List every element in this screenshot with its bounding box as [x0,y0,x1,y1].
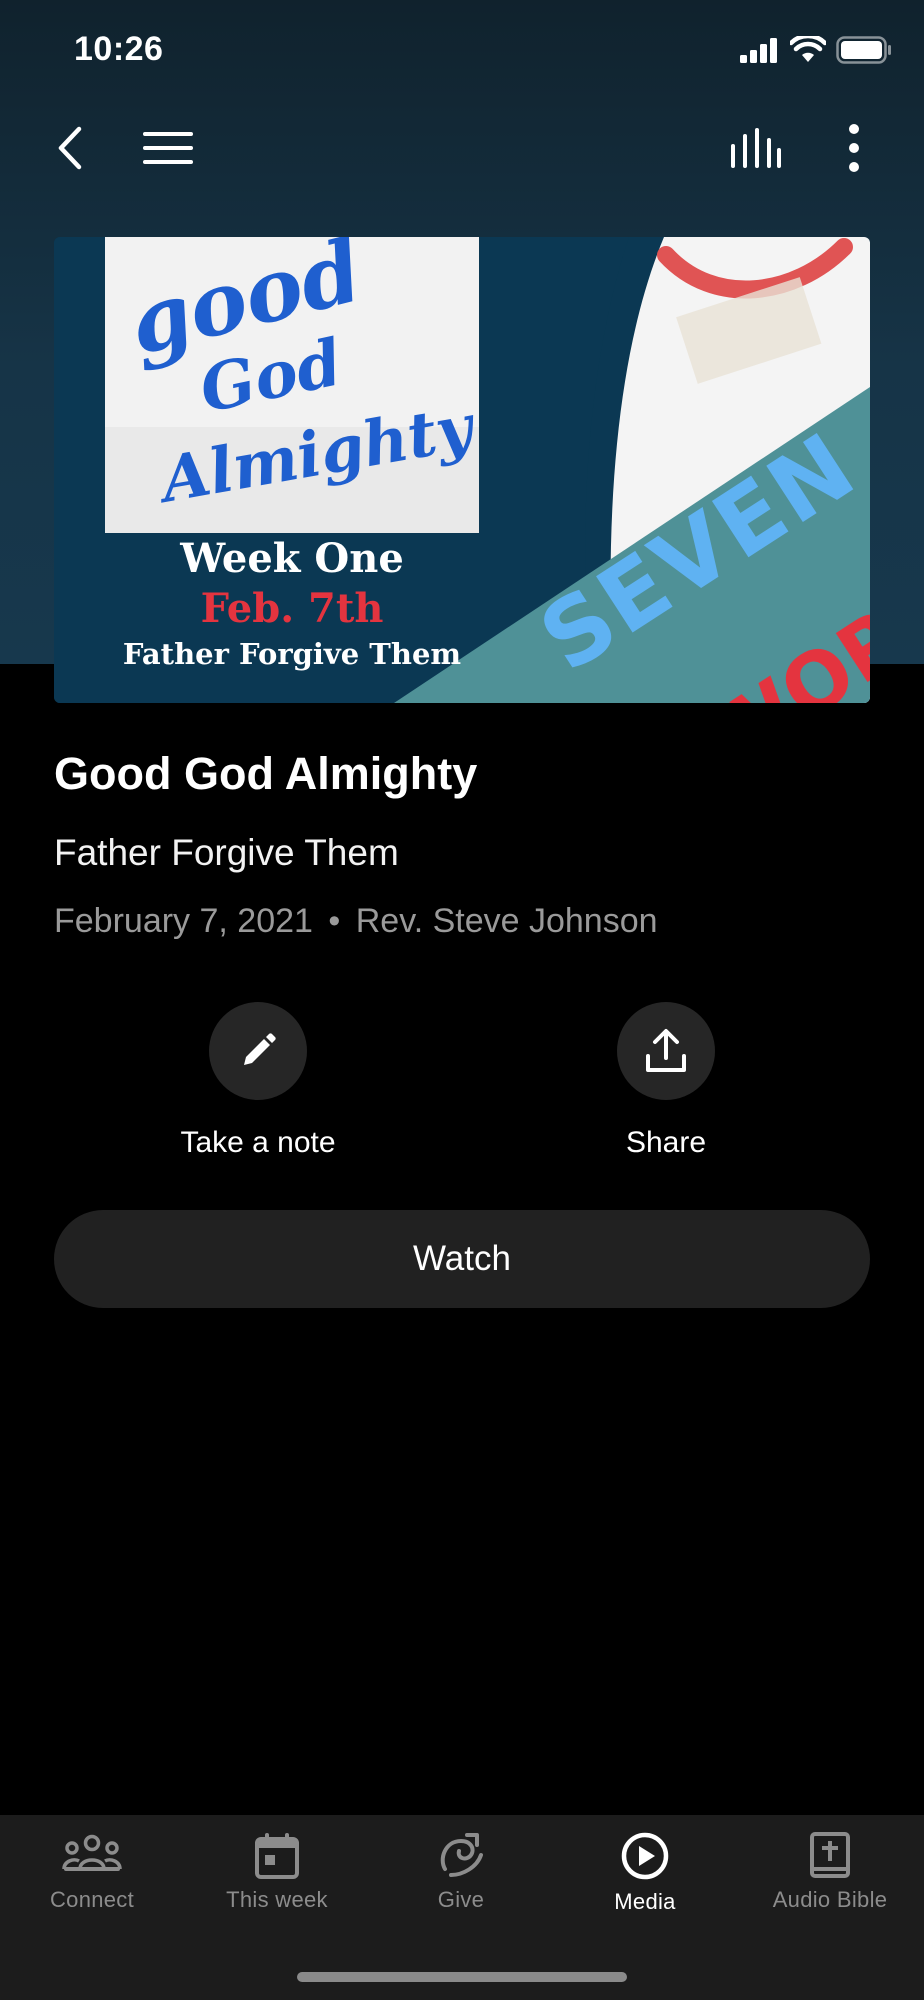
back-button[interactable] [42,118,98,178]
menu-button[interactable] [136,118,200,178]
watch-button[interactable]: Watch [54,1210,870,1308]
status-bar: 10:26 [0,0,924,100]
more-vertical-icon [849,124,859,172]
sermon-subtitle: Father Forgive Them [54,832,399,873]
tab-connect-label: Connect [49,1887,135,1912]
sermon-speaker: Rev. Steve Johnson [355,902,658,940]
artwork-script-word-3: Almighty [155,390,478,517]
sermon-date: February 7, 2021 [54,902,313,940]
meta-separator: • [328,902,341,940]
share-upload-icon [646,1029,686,1072]
artwork-date-label: Feb. 7th [200,585,384,632]
artwork-script-title: good God Almighty [119,237,478,527]
equalizer-icon [731,128,781,168]
chevron-left-icon [58,126,82,170]
calendar-icon [255,1833,299,1879]
tab-media-label: Media [614,1889,676,1914]
cellular-signal-icon [740,38,777,63]
play-circle-icon [621,1832,669,1880]
status-icons [740,36,892,64]
hamburger-menu-icon [143,132,193,164]
tab-this-week-label: This week [226,1887,328,1912]
audio-levels-button[interactable] [722,118,788,178]
share-button[interactable] [617,1002,715,1100]
home-indicator [297,1972,627,1982]
more-options-button[interactable] [834,118,874,178]
wifi-icon [790,36,826,62]
sermon-title: Good God Almighty [54,748,478,799]
tab-connect[interactable]: Connect [0,1831,184,1913]
give-icon [440,1833,483,1877]
sermon-artwork[interactable]: good God Almighty Week One Feb. 7th Fath… [54,237,870,703]
battery-icon [836,36,891,64]
tab-audio-bible-label: Audio Bible [772,1887,888,1912]
tab-media[interactable]: Media [553,1831,737,1915]
status-time: 10:26 [74,30,164,68]
pencil-icon [244,1033,276,1065]
tab-this-week[interactable]: This week [185,1831,369,1913]
share-label: Share [625,1126,707,1159]
take-note-label: Take a note [180,1126,336,1159]
artwork-week-label: Week One [180,535,404,582]
tab-audio-bible[interactable]: Audio Bible [738,1831,922,1913]
artwork-sermon-label: Father Forgive Them [122,637,462,671]
bible-icon [810,1832,850,1878]
take-note-action[interactable]: Take a note [108,1002,408,1160]
tab-give[interactable]: Give [369,1831,553,1913]
tab-give-label: Give [437,1887,485,1912]
share-action[interactable]: Share [516,1002,816,1160]
people-icon [62,1834,122,1871]
take-note-button[interactable] [209,1002,307,1100]
sermon-meta: February 7, 2021 • Rev. Steve Johnson [54,902,658,941]
